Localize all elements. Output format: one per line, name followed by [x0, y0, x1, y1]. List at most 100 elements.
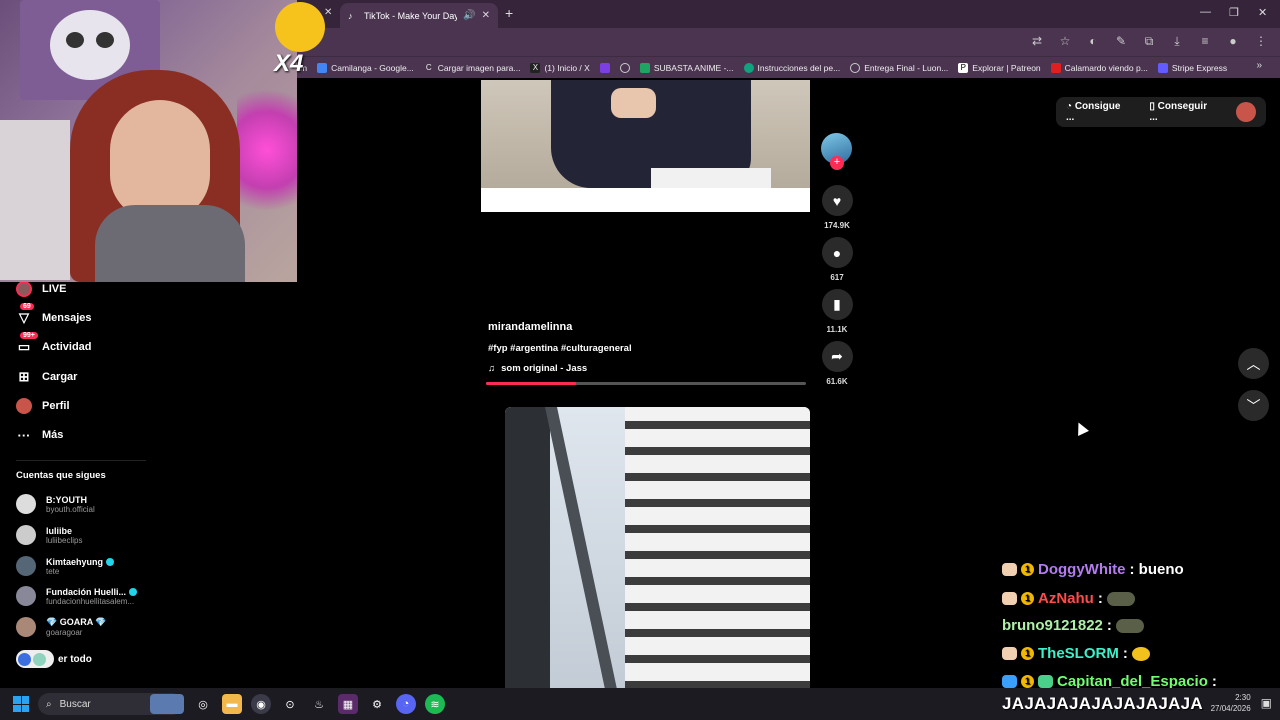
avatar[interactable]: [1236, 102, 1256, 122]
panda-icon: [50, 10, 130, 80]
sidebar-item-label: Actividad: [42, 341, 92, 353]
avatar: [16, 586, 36, 606]
like-action[interactable]: ♥ 174.9K: [821, 185, 853, 230]
close-icon[interactable]: ✕: [482, 10, 490, 21]
sub-badge-icon: 1: [1021, 563, 1034, 576]
discord-icon[interactable]: ◔: [396, 694, 416, 714]
minimize-button[interactable]: —: [1200, 6, 1211, 18]
bookmark-item[interactable]: P Explorar | Patreon: [958, 62, 1041, 73]
sidebar-item-more[interactable]: ··· Más: [16, 427, 64, 443]
chat-text: :: [1097, 590, 1103, 607]
emote-icon: [1115, 618, 1144, 633]
download-icon[interactable]: ⤓: [1170, 34, 1184, 49]
save-action[interactable]: ▮ 11.1K: [821, 289, 853, 334]
video-progress-bar[interactable]: [486, 382, 806, 385]
speaker-icon[interactable]: 🔊: [463, 10, 475, 21]
media-icon[interactable]: ≡: [1198, 34, 1212, 49]
widgets-icon[interactable]: [150, 694, 184, 714]
new-tab-button[interactable]: +: [505, 5, 513, 21]
save-count: 11.1K: [826, 325, 848, 334]
obs-icon[interactable]: ⊙: [280, 694, 300, 714]
bookmark-item[interactable]: Instrucciones del pe...: [743, 62, 840, 73]
steam-icon[interactable]: ♨: [309, 694, 329, 714]
bookmark-item[interactable]: C Cargar imagen para...: [424, 63, 521, 73]
bookmark-item[interactable]: Camilanga - Google...: [317, 62, 414, 73]
sidebar-item-activity[interactable]: ▭ 99+ Actividad: [16, 332, 92, 355]
post-music[interactable]: ♫ som original - Jass: [488, 363, 587, 374]
chat-message: bruno9121822 :: [1002, 617, 1144, 634]
bookmarks-more-button[interactable]: »: [1256, 60, 1262, 71]
star-icon[interactable]: ☆: [1058, 34, 1072, 49]
spotify-icon[interactable]: ≋: [425, 694, 445, 714]
c-icon: C: [425, 62, 432, 72]
close-window-button[interactable]: ✕: [1258, 6, 1267, 19]
avatar: [16, 525, 36, 545]
share-icon[interactable]: ➦: [821, 341, 853, 372]
sidebar-item-live[interactable]: LIVE: [16, 281, 66, 297]
chrome-icon[interactable]: ◉: [251, 694, 271, 714]
profile-icon[interactable]: ●: [1226, 34, 1240, 49]
sidebar-item-upload[interactable]: ⊞ Cargar: [16, 369, 78, 385]
comment-action[interactable]: ● 617: [821, 237, 853, 282]
post-hashtags[interactable]: #fyp #argentina #culturageneral: [488, 343, 632, 354]
maximize-button[interactable]: ❐: [1229, 6, 1239, 19]
heart-icon[interactable]: ♥: [821, 185, 853, 216]
sidebar-item-profile[interactable]: Perfil: [16, 398, 70, 414]
badge-icon: [1002, 675, 1017, 688]
following-item[interactable]: luliibe luliibeclips: [16, 525, 82, 545]
extension-icon[interactable]: ◐: [1086, 34, 1100, 49]
bookmark-item[interactable]: Entrega Final - Luon...: [850, 62, 948, 73]
windows-start-icon[interactable]: [13, 696, 29, 712]
following-item[interactable]: Fundación Huelli... fundacionhuellitasale…: [16, 586, 138, 606]
bookmark-item[interactable]: Calamardo viendo p...: [1050, 62, 1148, 73]
emote-icon: [1106, 591, 1135, 606]
see-all-link[interactable]: er todo: [16, 650, 92, 668]
tab-tiktok[interactable]: ♪ TikTok - Make Your Day 🔊 ✕: [340, 3, 498, 28]
system-tray: 2:30 27/04/2026 ▣: [1211, 692, 1272, 714]
game-icon[interactable]: ◎: [193, 694, 213, 714]
get-app-button[interactable]: ▯ Conseguir ...: [1149, 101, 1218, 123]
bookmark-item[interactable]: [599, 62, 610, 73]
creator-avatar[interactable]: +: [821, 133, 852, 170]
bookmark-item[interactable]: [619, 62, 630, 73]
menu-icon[interactable]: ⋮: [1254, 34, 1268, 49]
clock[interactable]: 2:30 27/04/2026: [1211, 692, 1251, 714]
close-icon[interactable]: ✕: [324, 7, 332, 18]
extension-icon[interactable]: ✎: [1114, 34, 1128, 49]
chat-text: : bueno: [1129, 561, 1184, 578]
tiktok-icon: ♪: [348, 10, 353, 21]
get-coins-button[interactable]: ◔ Consigue ...: [1066, 101, 1131, 123]
google-drive-icon: [317, 62, 328, 73]
app-icon[interactable]: ▦: [338, 694, 358, 714]
sidebar-item-messages[interactable]: ▽ 69 Mensajes: [16, 303, 92, 326]
following-item[interactable]: Kimtaehyung tete: [16, 556, 115, 576]
following-item[interactable]: B:YOUTH byouth.official: [16, 494, 95, 514]
shelf: [0, 120, 70, 280]
mouse-cursor: [1073, 420, 1089, 436]
bookmark-item[interactable]: Stripe Express: [1157, 62, 1227, 73]
notification-badge: 99+: [20, 332, 38, 339]
settings-icon[interactable]: ⚙: [367, 694, 387, 714]
multiplier-text: X4: [274, 50, 304, 77]
following-item[interactable]: 💎 GOARA 💎 goaragoar: [16, 617, 107, 637]
bookmark-item[interactable]: X (1) Inicio / X: [530, 62, 590, 73]
bookmark-icon[interactable]: ▮: [821, 289, 853, 320]
notification-icon[interactable]: ▣: [1261, 696, 1272, 710]
post-author[interactable]: mirandamelinna: [488, 321, 572, 333]
following-section-title: Cuentas que sigues: [16, 470, 106, 481]
video-player-bottom: [481, 188, 810, 212]
puzzle-icon[interactable]: ⧉: [1142, 34, 1156, 49]
chevron-down-icon[interactable]: ﹀: [1238, 390, 1269, 421]
comment-icon[interactable]: ●: [821, 237, 853, 268]
bookmark-item[interactable]: SUBASTA ANIME -...: [639, 62, 734, 73]
folder-icon[interactable]: ▬: [222, 694, 242, 714]
follow-plus-icon[interactable]: +: [830, 156, 844, 170]
share-action[interactable]: ➦ 61.6K: [821, 341, 853, 386]
sidebar-item-label: LIVE: [42, 283, 67, 295]
translate-icon[interactable]: ⇄: [1030, 34, 1044, 49]
video-player[interactable]: [481, 80, 810, 188]
video-player[interactable]: [505, 407, 810, 688]
extension-toggle[interactable]: [16, 650, 54, 668]
chat-message-last: JAJAJAJAJAJAJAJAJA: [1002, 694, 1203, 713]
chevron-up-icon[interactable]: ︿: [1238, 348, 1269, 379]
